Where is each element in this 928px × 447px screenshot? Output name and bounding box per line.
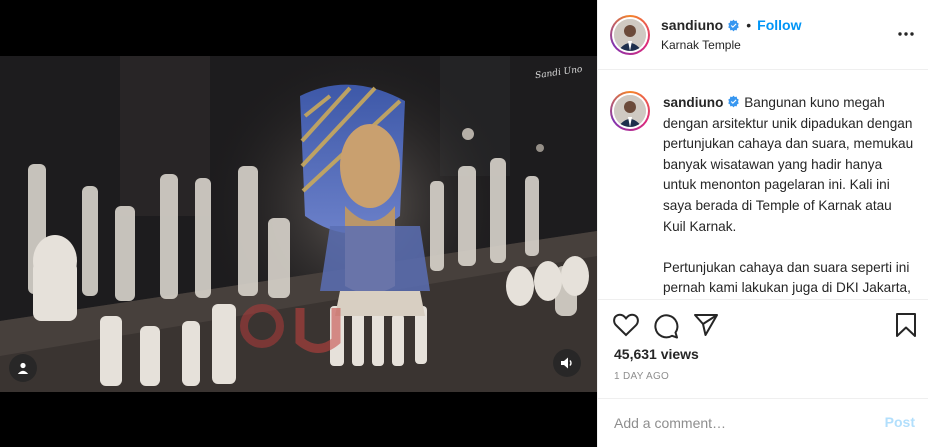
post-panel: sandiuno • Follow Karnak Temple sandiuno… xyxy=(597,0,928,447)
mute-toggle-button[interactable] xyxy=(553,349,581,377)
user-tag-button[interactable] xyxy=(9,354,37,382)
caption-avatar[interactable] xyxy=(610,91,650,131)
post-header: sandiuno • Follow Karnak Temple xyxy=(598,0,928,70)
verified-badge-icon xyxy=(728,95,740,108)
comment-icon[interactable] xyxy=(653,313,679,339)
username-link[interactable]: sandiuno xyxy=(661,17,723,33)
location-link[interactable]: Karnak Temple xyxy=(661,38,741,52)
post-comment-button[interactable]: Post xyxy=(885,414,915,430)
more-options-icon[interactable] xyxy=(896,26,916,42)
video-player[interactable]: Sandi Uno xyxy=(0,56,597,392)
caption-text: sandiuno Bangunan kuno megah dengan arsi… xyxy=(663,93,915,299)
verified-badge-icon xyxy=(728,19,739,31)
follow-button[interactable]: Follow xyxy=(757,17,801,33)
speaker-icon xyxy=(561,357,572,369)
post-timestamp[interactable]: 1 DAY AGO xyxy=(614,371,669,382)
video-frame xyxy=(0,56,597,392)
post-media[interactable]: Sandi Uno xyxy=(0,0,597,447)
separator-dot: • xyxy=(746,17,752,33)
caption-username[interactable]: sandiuno xyxy=(663,95,723,110)
bookmark-icon[interactable] xyxy=(895,312,917,338)
comment-input[interactable] xyxy=(614,412,864,434)
caption-section: sandiuno Bangunan kuno megah dengan arsi… xyxy=(598,71,928,299)
avatar[interactable] xyxy=(610,15,650,55)
heart-icon[interactable] xyxy=(613,313,639,337)
user-tag-icon xyxy=(17,362,29,374)
avatar-photo xyxy=(614,19,646,51)
view-count[interactable]: 45,631 views xyxy=(614,346,699,362)
caption-body: Bangunan kuno megah dengan arsitektur un… xyxy=(663,95,914,296)
avatar-photo xyxy=(614,95,646,127)
comment-form: Post xyxy=(598,398,928,447)
paper-plane-icon[interactable] xyxy=(693,312,719,338)
